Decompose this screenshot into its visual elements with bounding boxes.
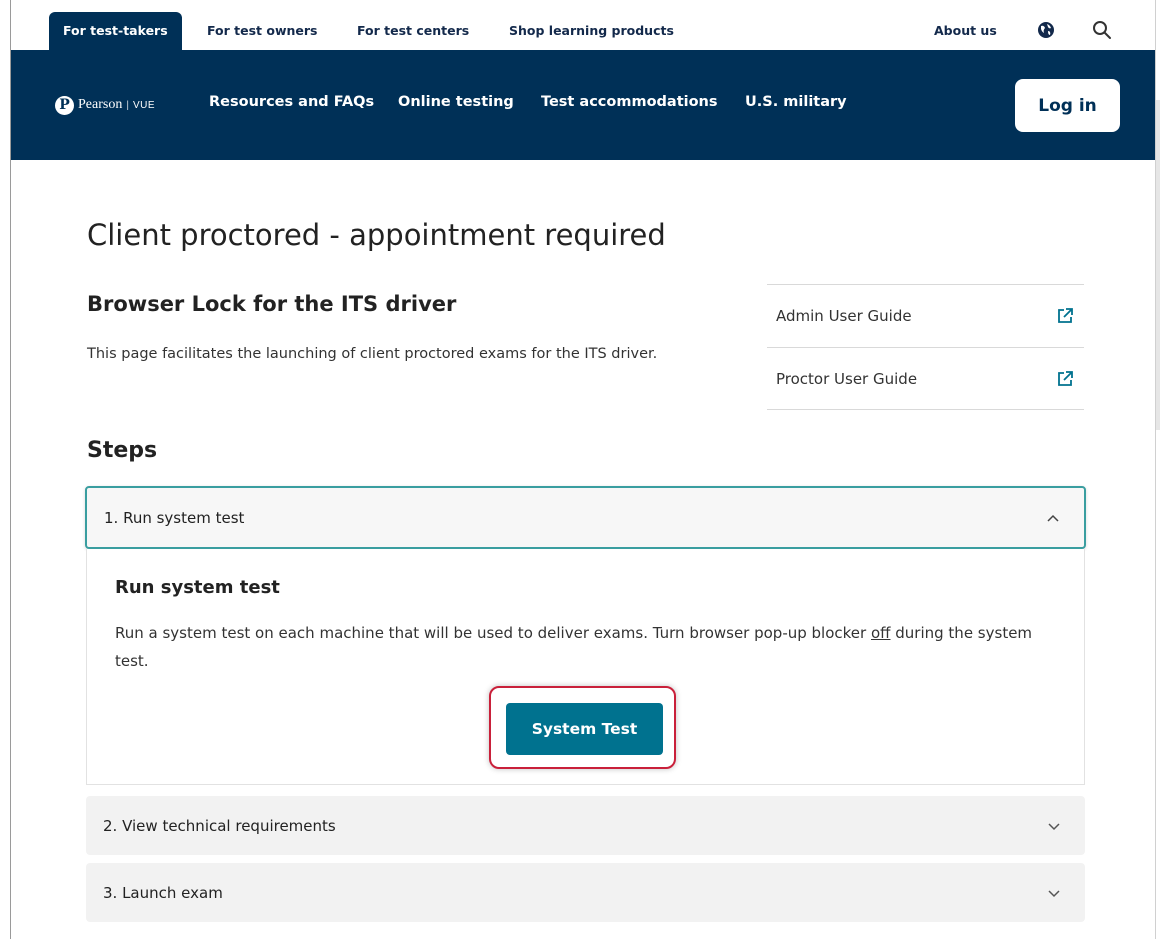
accordion-step-1-panel: Run system test Run a system test on eac… bbox=[86, 549, 1085, 785]
pearson-logo-icon: P bbox=[55, 95, 74, 115]
steps-heading: Steps bbox=[87, 438, 158, 463]
logo-brand-text: Pearson bbox=[78, 97, 123, 112]
panel-text-part: Run a system test on each machine that w… bbox=[115, 624, 871, 642]
page-subtitle: Browser Lock for the ITS driver bbox=[87, 292, 457, 316]
tab-for-test-takers[interactable]: For test-takers bbox=[49, 12, 182, 50]
panel-text-emphasis: off bbox=[870, 624, 891, 642]
guide-links: Admin User Guide Proctor User Guide bbox=[767, 284, 1084, 410]
external-link-icon bbox=[1058, 308, 1073, 323]
chevron-up-icon bbox=[1047, 514, 1059, 522]
panel-text: Run a system test on each machine that w… bbox=[115, 619, 1065, 675]
search-icon[interactable] bbox=[1092, 20, 1112, 40]
page-title: Client proctored - appointment required bbox=[87, 218, 666, 252]
accordion-label: 2. View technical requirements bbox=[103, 816, 336, 835]
guide-label: Admin User Guide bbox=[776, 307, 912, 325]
nav-test-accommodations[interactable]: Test accommodations bbox=[541, 94, 718, 110]
accordion-label: 1. Run system test bbox=[104, 508, 245, 527]
tab-for-test-owners[interactable]: For test owners bbox=[207, 12, 317, 50]
accordion-step-2-header[interactable]: 2. View technical requirements bbox=[86, 796, 1085, 855]
chevron-down-icon bbox=[1048, 822, 1060, 830]
pearson-vue-logo[interactable]: P Pearson | VUE bbox=[55, 95, 155, 115]
about-us-link[interactable]: About us bbox=[934, 12, 997, 50]
tab-for-test-centers[interactable]: For test centers bbox=[357, 12, 469, 50]
scrollbar-thumb[interactable] bbox=[1156, 100, 1160, 430]
guide-label: Proctor User Guide bbox=[776, 369, 918, 388]
system-test-button[interactable]: System Test bbox=[506, 703, 663, 755]
globe-icon[interactable] bbox=[1036, 20, 1056, 40]
page-description: This page facilitates the launching of c… bbox=[87, 346, 658, 362]
main-navigation: P Pearson | VUE Resources and FAQs Onlin… bbox=[11, 50, 1155, 160]
logo-product-text: VUE bbox=[132, 99, 155, 111]
nav-resources-and-faqs[interactable]: Resources and FAQs bbox=[209, 94, 374, 110]
accordion-step-1-header[interactable]: 1. Run system test bbox=[85, 486, 1086, 549]
utility-bar: For test-takers For test owners For test… bbox=[11, 0, 1155, 50]
accordion-label: 3. Launch exam bbox=[103, 883, 223, 902]
accordion-step-3-header[interactable]: 3. Launch exam bbox=[86, 863, 1085, 922]
panel-title: Run system test bbox=[115, 577, 280, 598]
logo-separator: | bbox=[126, 99, 129, 111]
nav-us-military[interactable]: U.S. military bbox=[745, 94, 847, 110]
nav-online-testing[interactable]: Online testing bbox=[398, 94, 514, 110]
login-button[interactable]: Log in bbox=[1015, 79, 1120, 132]
chevron-down-icon bbox=[1048, 889, 1060, 897]
tab-shop-learning-products[interactable]: Shop learning products bbox=[509, 12, 674, 50]
proctor-user-guide-link[interactable]: Proctor User Guide bbox=[767, 347, 1084, 410]
external-link-icon bbox=[1058, 370, 1073, 386]
admin-user-guide-link[interactable]: Admin User Guide bbox=[767, 284, 1084, 347]
